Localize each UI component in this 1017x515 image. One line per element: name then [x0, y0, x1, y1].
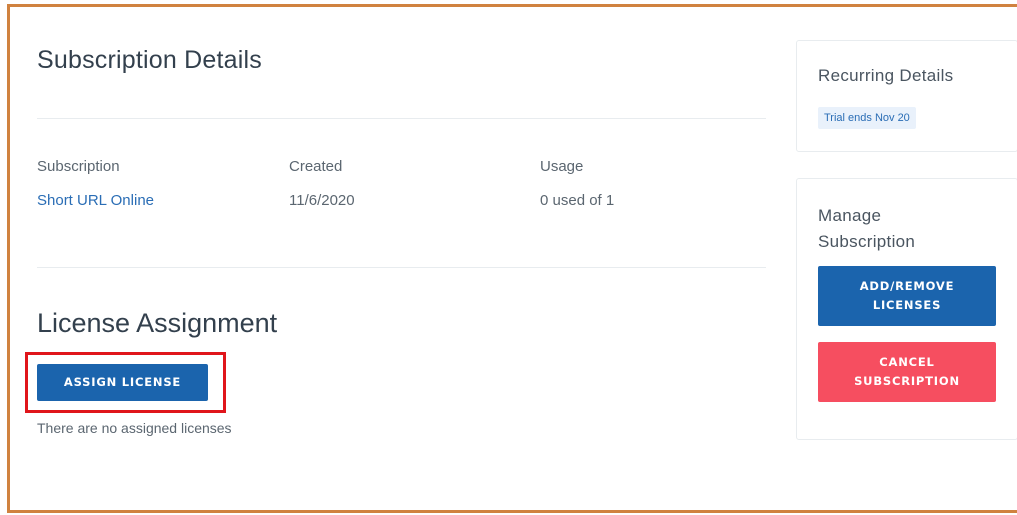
- usage-column-label: Usage: [540, 158, 584, 175]
- recurring-details-title: Recurring Details: [818, 66, 954, 85]
- page-title: Subscription Details: [37, 46, 262, 74]
- recurring-details-card: Recurring Details Trial ends Nov 20: [796, 40, 1017, 152]
- add-remove-licenses-button[interactable]: ADD/REMOVE LICENSES: [818, 266, 996, 326]
- cancel-subscription-button[interactable]: CANCEL SUBSCRIPTION: [818, 342, 996, 402]
- manage-subscription-title: Manage Subscription: [818, 206, 916, 251]
- assign-license-button[interactable]: ASSIGN LICENSE: [37, 364, 208, 401]
- divider: [37, 267, 766, 268]
- created-date: 11/6/2020: [289, 192, 355, 209]
- subscription-name-link[interactable]: Short URL Online: [37, 192, 154, 209]
- subscription-column-label: Subscription: [37, 158, 120, 175]
- divider: [37, 118, 766, 119]
- created-column-label: Created: [289, 158, 343, 175]
- manage-subscription-card: Manage Subscription ADD/REMOVE LICENSES …: [796, 178, 1017, 440]
- trial-status-badge: Trial ends Nov 20: [818, 107, 916, 129]
- no-licenses-message: There are no assigned licenses: [37, 420, 232, 436]
- usage-value: 0 used of 1: [540, 192, 615, 209]
- license-assignment-title: License Assignment: [37, 308, 278, 338]
